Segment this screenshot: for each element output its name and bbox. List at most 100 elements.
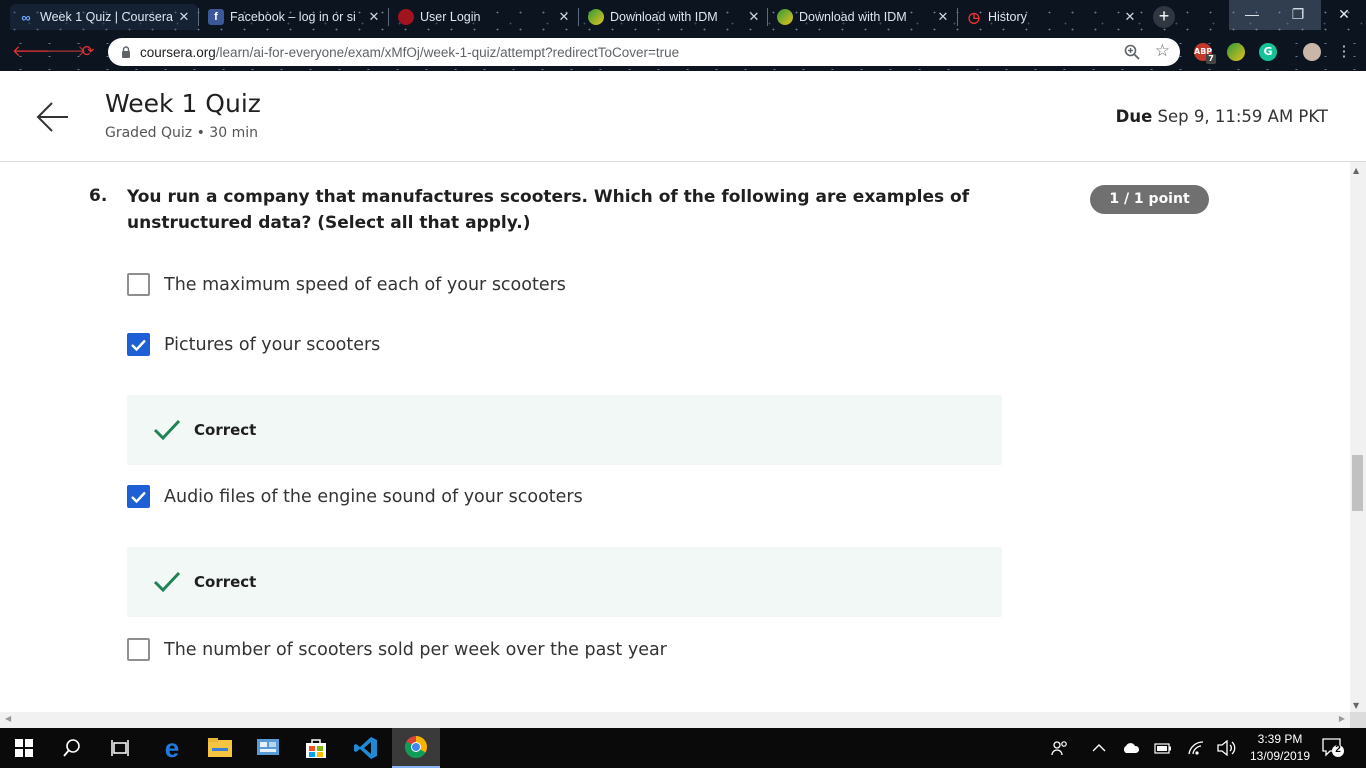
notification-count: 2 [1335, 744, 1341, 755]
search-icon[interactable] [48, 728, 96, 768]
page-title: Week 1 Quiz [105, 89, 261, 118]
browser-toolbar: 🡐 🡒 ⟳ coursera.org/learn/ai-for-everyone… [0, 34, 1366, 71]
task-view-icon[interactable] [96, 728, 144, 768]
people-icon[interactable] [1048, 728, 1072, 768]
control-panel-icon[interactable] [244, 728, 292, 768]
vscode-icon[interactable] [342, 728, 390, 768]
windows-taskbar: e 3:39 PM 13/09/2019 2 [0, 728, 1366, 768]
option-label: Audio files of the engine sound of your … [164, 486, 583, 507]
back-arrow-icon[interactable] [36, 101, 70, 133]
tab-facebook[interactable]: f Facebook – log in or si ✕ [200, 4, 388, 30]
option-label: The number of scooters sold per week ove… [164, 639, 667, 660]
reload-button[interactable]: ⟳ [78, 42, 98, 62]
tab-download-idm-1[interactable]: Download with IDM ✕ [580, 4, 768, 30]
file-explorer-icon[interactable] [196, 728, 244, 768]
edge-icon[interactable]: e [148, 728, 196, 768]
idm-icon [777, 9, 793, 25]
tab-title: User Login [420, 10, 481, 24]
scrollbar-thumb[interactable] [1352, 455, 1363, 511]
answer-option[interactable]: Pictures of your scooters [127, 333, 380, 356]
answer-option[interactable]: The maximum speed of each of your scoote… [127, 273, 566, 296]
action-center-icon[interactable]: 2 [1322, 738, 1344, 758]
tab-separator [767, 8, 768, 26]
history-icon: ◷ [967, 8, 981, 25]
close-window-button[interactable]: ✕ [1321, 0, 1366, 30]
due-value: Sep 9, 11:59 AM PKT [1157, 107, 1328, 126]
due-date: Due Sep 9, 11:59 AM PKT [1116, 107, 1328, 126]
forward-button[interactable]: 🡒 [46, 42, 86, 62]
tab-history[interactable]: ◷ History ✕ [958, 4, 1144, 30]
scroll-up-arrow-icon[interactable]: ▲ [1353, 166, 1359, 175]
tab-title: Facebook – log in or si [230, 10, 356, 24]
zoom-icon[interactable] [1124, 44, 1140, 60]
scrollbar-corner [1350, 712, 1366, 728]
option-label: Pictures of your scooters [164, 334, 381, 355]
checkbox-unchecked[interactable] [127, 638, 150, 661]
scroll-left-arrow-icon[interactable]: ◀ [5, 714, 11, 723]
scroll-right-arrow-icon[interactable]: ▶ [1339, 714, 1345, 723]
tab-title: History [988, 10, 1027, 24]
scroll-down-arrow-icon[interactable]: ▼ [1353, 701, 1359, 710]
windows-start-icon[interactable] [0, 728, 48, 768]
quiz-meta: Graded Quiz • 30 min [105, 125, 258, 141]
quiz-header: Week 1 Quiz Graded Quiz • 30 min Due Sep… [0, 71, 1366, 162]
store-icon[interactable] [292, 728, 340, 768]
tab-title: Week 1 Quiz | Coursera [40, 10, 173, 24]
checkbox-unchecked[interactable] [127, 273, 150, 296]
checkmark-icon [131, 339, 146, 351]
feedback-correct: Correct [127, 547, 1002, 617]
quiz-content: 6. You run a company that manufactures s… [0, 162, 1350, 712]
coursera-icon: ∞ [21, 9, 31, 25]
tab-separator [388, 8, 389, 26]
answer-option[interactable]: The number of scooters sold per week ove… [127, 638, 667, 661]
profile-avatar-icon[interactable] [1303, 43, 1321, 61]
tab-close-icon[interactable]: ✕ [935, 9, 951, 25]
correct-check-icon [153, 419, 181, 441]
vertical-scrollbar[interactable]: ▲ ▼ [1350, 162, 1366, 712]
correct-check-icon [153, 571, 181, 593]
browser-tab-strip: ∞ Week 1 Quiz | Coursera ✕ f Facebook – … [0, 0, 1366, 34]
wifi-icon[interactable] [1184, 728, 1208, 768]
checkbox-checked[interactable] [127, 485, 150, 508]
question-text: You run a company that manufactures scoo… [127, 187, 970, 233]
answer-option[interactable]: Audio files of the engine sound of your … [127, 485, 583, 508]
tab-close-icon[interactable]: ✕ [746, 9, 762, 25]
battery-icon[interactable] [1152, 728, 1174, 768]
minimize-button[interactable]: — [1229, 0, 1275, 30]
tab-download-idm-2[interactable]: Download with IDM ✕ [769, 4, 957, 30]
feedback-correct: Correct [127, 395, 1002, 465]
tab-close-icon[interactable]: ✕ [366, 9, 382, 25]
checkmark-icon [131, 491, 146, 503]
horizontal-scrollbar[interactable]: ◀ ▶ [0, 712, 1350, 728]
maximize-button[interactable]: ❐ [1275, 0, 1321, 30]
idm-extension-icon[interactable] [1227, 43, 1245, 61]
tab-separator [578, 8, 579, 26]
clock-date: 13/09/2019 [1249, 749, 1311, 763]
system-clock[interactable]: 3:39 PM 13/09/2019 [1245, 731, 1315, 765]
grammarly-icon[interactable]: G [1259, 43, 1277, 61]
facebook-icon: f [208, 9, 224, 25]
url-domain: coursera.org [140, 44, 216, 60]
show-hidden-icons[interactable] [1088, 728, 1110, 768]
tab-close-icon[interactable]: ✕ [556, 9, 572, 25]
tab-week-1-quiz[interactable]: ∞ Week 1 Quiz | Coursera ✕ [10, 4, 198, 30]
chrome-icon[interactable] [392, 728, 440, 768]
checkbox-checked[interactable] [127, 333, 150, 356]
option-label: The maximum speed of each of your scoote… [164, 274, 566, 295]
url-path: /learn/ai-for-everyone/exam/xMfOj/week-1… [215, 44, 680, 60]
question-number: 6. [89, 186, 108, 206]
back-button[interactable]: 🡐 [12, 42, 52, 62]
lock-icon [122, 46, 130, 58]
user-login-icon [398, 9, 414, 25]
adblock-badge: 7 [1206, 54, 1216, 64]
volume-icon[interactable] [1214, 728, 1238, 768]
chrome-menu-icon[interactable]: ⋮ [1334, 42, 1354, 62]
bookmark-star-icon[interactable]: ☆ [1155, 41, 1170, 61]
onedrive-icon[interactable] [1120, 728, 1142, 768]
tab-user-login[interactable]: User Login ✕ [390, 4, 578, 30]
tab-title: Download with IDM [799, 10, 907, 24]
tab-close-icon[interactable]: ✕ [176, 9, 192, 25]
address-bar[interactable]: coursera.org/learn/ai-for-everyone/exam/… [108, 38, 1180, 66]
tab-close-icon[interactable]: ✕ [1122, 9, 1138, 25]
new-tab-button[interactable]: + [1153, 6, 1175, 28]
